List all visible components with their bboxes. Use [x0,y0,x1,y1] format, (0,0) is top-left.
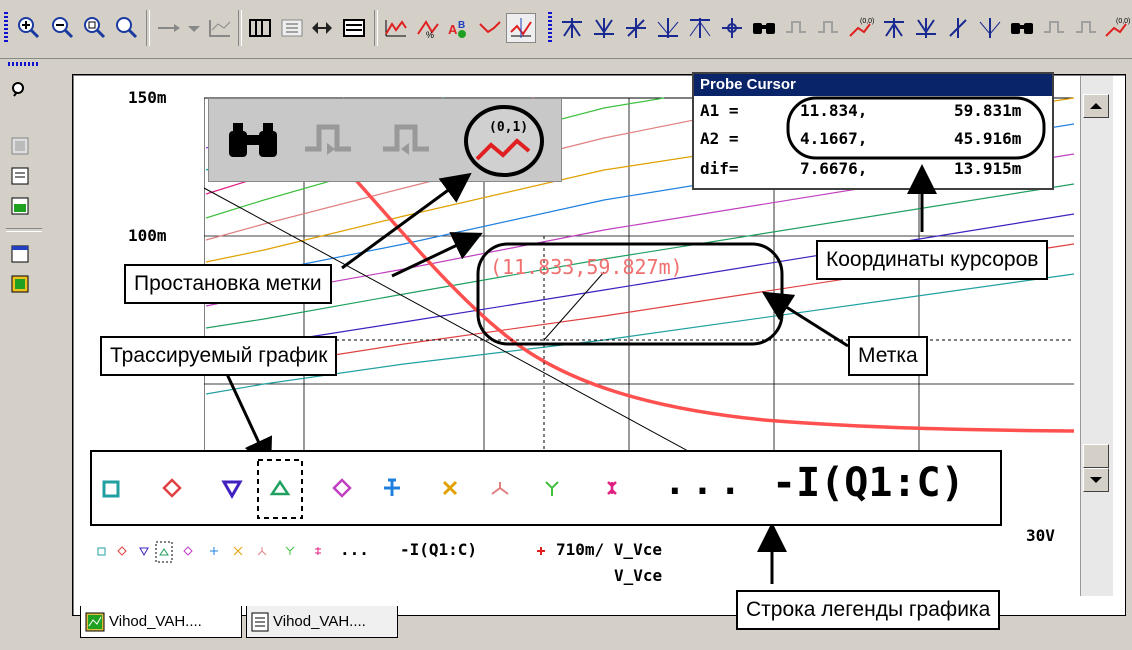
axis-settings-icon[interactable] [206,14,234,42]
legend-row-extra: 710m/ V_Vce [556,540,662,559]
x-axis-label-right: 30V [1026,526,1055,545]
zoomed-legend: ... -I(Q1:C) [90,450,1002,526]
legend-ellipsis: ... [664,462,748,503]
cursor-max-icon[interactable] [686,14,714,42]
cursor-slope-icon[interactable] [622,14,650,42]
zoom-area-icon[interactable] [80,14,108,42]
svg-text:(0,0): (0,0) [860,18,874,25]
callout-mark-placement: Простановка метки [124,264,332,304]
toolbar-grip[interactable] [8,62,38,66]
text-label-icon[interactable] [278,14,306,42]
cursor-peak-icon[interactable] [558,14,586,42]
toolbar-separator [238,10,242,46]
cursor-prev-transition-icon[interactable] [1072,14,1100,42]
legend-icon[interactable] [340,14,368,42]
probe-cursor-title[interactable]: Probe Cursor [694,74,1052,96]
scroll-up-button[interactable] [1083,94,1109,118]
svg-text:(0,0): (0,0) [1116,18,1130,25]
output-file-icon[interactable] [8,242,32,266]
cursor-trough-icon[interactable] [590,14,618,42]
traced-curve [352,176,1074,433]
legend-row-ellipsis: ... [340,540,369,559]
cursor-next-transition-icon[interactable] [782,14,810,42]
callout-cursor-coords: Координаты курсоров [816,240,1049,280]
probe-row-label: A2 = [700,129,739,148]
toggle-cursor-icon[interactable] [308,14,336,42]
mark-label-icon: (0,1) [464,105,544,177]
callout-traced-graph: Трассируемый график [100,336,338,376]
legend-trace-name: -I(Q1:C) [772,460,965,506]
cursor-slope-icon[interactable] [944,14,972,42]
main-toolbar: % AB (0,0) (0,0) [0,0,1132,59]
grid-icon[interactable] [246,14,274,42]
legend-row-plus-marker [537,547,545,555]
probe-cursor-window[interactable]: Probe Cursor A1 = 11.834, 59.831m A2 = 4… [692,72,1054,190]
zoom-out-icon[interactable] [48,14,76,42]
vertical-scrollbar[interactable] [1080,76,1113,596]
arrow-down-icon[interactable] [180,14,208,42]
left-toolbar [0,60,48,650]
zoom-in-icon[interactable] [14,14,42,42]
binoculars-icon [229,123,277,157]
prev-transition-icon [383,124,429,155]
svg-text:B: B [458,20,465,31]
mark-leader-line [543,271,605,341]
y-axis-label-mid: 100m [128,226,167,245]
cursor-point-icon[interactable] [718,14,746,42]
cursor-peak-icon[interactable] [880,14,908,42]
callout-mark: Метка [848,336,928,376]
probe-row-label: dif= [700,159,739,178]
legend-row-trace-name: -I(Q1:C) [400,540,478,559]
text-file-icon [251,612,269,631]
cursor-min-icon[interactable] [654,14,682,42]
performance-icon[interactable]: AB [446,14,474,42]
callout-legend-row: Строка легенды графика [736,590,1001,630]
svg-text:A: A [448,22,458,37]
tab-vihod-vah-1[interactable]: Vihod_VAH.... [80,606,242,638]
cursor-next-transition-icon[interactable] [1040,14,1068,42]
zoom-fit-icon[interactable] [112,14,140,42]
probe-icon[interactable] [8,78,32,102]
scroll-down-button[interactable] [1083,468,1109,492]
tab-label: Vihod_VAH.... [273,613,366,630]
simulate-icon[interactable] [8,134,32,158]
cursor-trough-icon[interactable] [912,14,940,42]
tab-vihod-vah-2[interactable]: Vihod_VAH.... [246,606,398,638]
add-trace-icon[interactable] [382,14,410,42]
cursor-prev-transition-icon[interactable] [814,14,842,42]
edit-icon[interactable] [8,164,32,188]
mark-label-small-icon[interactable]: (0,0) [1102,14,1130,42]
mark-label-text: (11.833,59.827m) [490,255,683,279]
toolbar-separator [6,228,42,232]
probe-row-label: A1 = [700,101,739,120]
cursor-search-icon[interactable] [1008,14,1036,42]
mark-label-small-icon[interactable]: (0,0) [846,14,874,42]
report-icon[interactable] [8,272,32,296]
toolbar-separator [374,10,378,46]
tab-label: Vihod_VAH.... [109,613,202,630]
y-axis-label-top: 150m [128,88,167,107]
next-transition-icon [305,124,351,155]
coords-highlight-ellipse [786,96,1046,160]
toolbar-grip[interactable] [548,12,552,44]
toolbar-grip[interactable] [4,12,8,44]
svg-text:%: % [426,30,434,40]
cursor-search-icon[interactable] [750,14,778,42]
x-axis-variable-label: V_Vce [614,566,663,585]
settings-icon[interactable] [8,194,32,218]
scroll-thumb[interactable] [1083,444,1109,468]
cursor-min-icon[interactable] [976,14,1004,42]
toggle-cursor-active-icon[interactable] [506,13,536,43]
zoomed-toolbar-icons: (0,1) [208,98,562,182]
fourier-icon[interactable]: % [414,14,442,42]
arrow-right-icon[interactable] [154,14,182,42]
toolbar-separator [146,10,150,46]
plot-tab-icon [85,612,105,631]
svg-text:(0,1): (0,1) [489,120,528,135]
mark-label-icon[interactable] [476,14,504,42]
